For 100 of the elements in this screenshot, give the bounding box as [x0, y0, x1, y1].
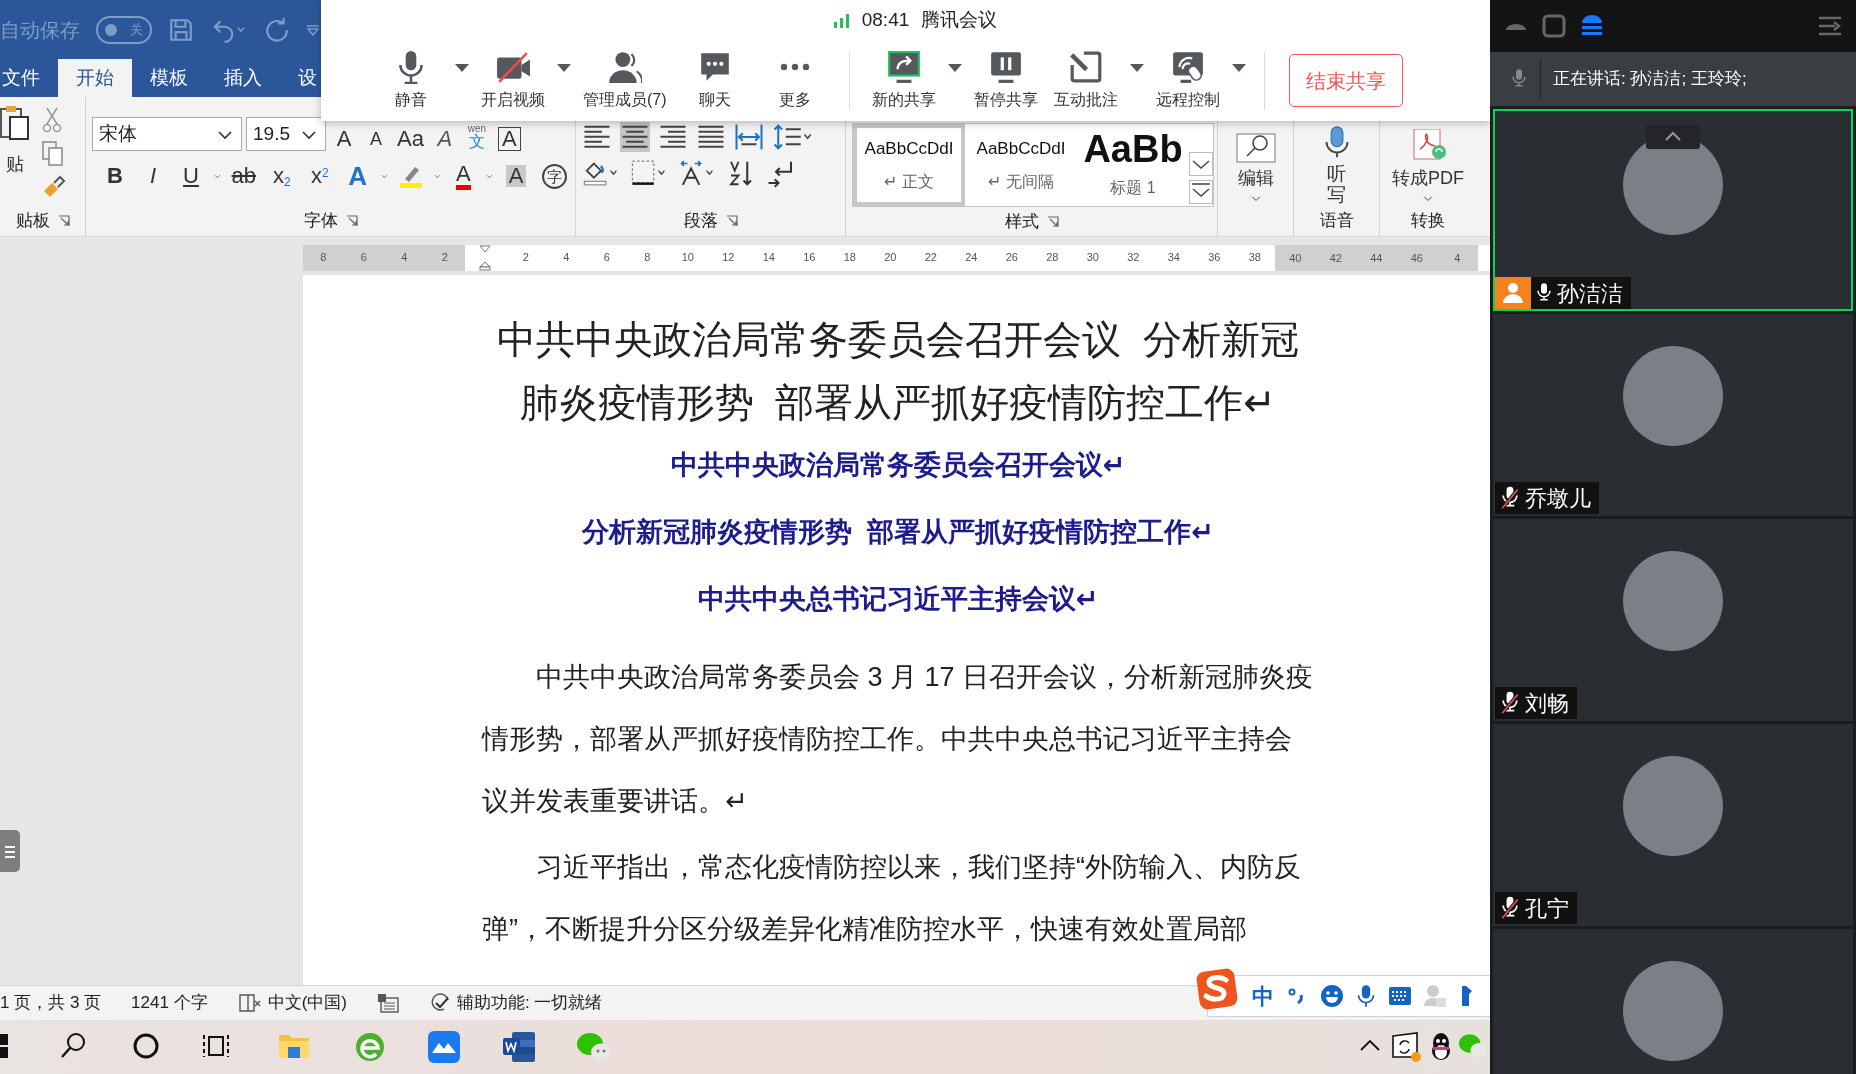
- browser-icon[interactable]: [354, 1031, 386, 1063]
- ribbon-tab[interactable]: 文件: [0, 59, 58, 97]
- ribbon-tab[interactable]: 设: [280, 59, 319, 97]
- participant-tile[interactable]: [1493, 929, 1853, 1074]
- document-subtitle: 中共中央总书记习近平主持会议↵: [696, 583, 1100, 616]
- superscript-button[interactable]: x$^{2}$: [304, 159, 335, 193]
- editing-button[interactable]: 编辑: [1231, 133, 1280, 206]
- ruler-number: 20: [883, 250, 898, 266]
- meeting-toolbar-button[interactable]: 新的共享: [863, 49, 944, 112]
- phonetic-guide-button[interactable]: wen 文: [462, 123, 491, 151]
- meeting-toolbar-button[interactable]: 静音: [371, 49, 451, 112]
- document-paragraph: 中共中央政治局常务委员会 3 月 17 日召开会议，分析新冠肺炎疫情形势，部署从严抓好疫情防控工作。中共中央总书记习近平主持会议并发表重要讲话。↵: [482, 661, 1314, 818]
- line-spacing-icon[interactable]: [772, 122, 812, 152]
- proofing-icon[interactable]: [237, 993, 262, 1013]
- meeting-toolbar-button[interactable]: 管理成员(7): [575, 49, 675, 112]
- dropdown-chevron-icon[interactable]: [299, 128, 319, 140]
- character-shading-button[interactable]: A: [501, 159, 531, 193]
- find-icon: [1235, 133, 1276, 163]
- ruler-number: 4: [400, 250, 409, 266]
- meeting-toolbar-button[interactable]: 聊天: [674, 49, 755, 112]
- copy-icon[interactable]: [42, 141, 64, 167]
- dialog-launcher-icon[interactable]: [57, 215, 70, 227]
- participant-tile[interactable]: 乔墩儿: [1493, 314, 1853, 516]
- ruler-number: 32: [1126, 250, 1141, 266]
- customize-caret-icon[interactable]: [306, 23, 320, 36]
- group-label: 段落: [683, 210, 718, 233]
- caret-up-icon[interactable]: [1646, 125, 1700, 149]
- convert-pdf-button[interactable]: 转成PDF: [1388, 129, 1468, 206]
- italic-button[interactable]: I: [138, 159, 168, 193]
- page-count[interactable]: 1 页，共 3 页: [0, 990, 102, 1016]
- dialog-launcher-icon[interactable]: [1046, 215, 1059, 228]
- underline-button[interactable]: U: [176, 159, 206, 193]
- participant-tile[interactable]: 孔宁: [1493, 724, 1853, 926]
- document-title: 中共中央政治局常务委员会召开会议 分析新冠肺炎疫情形势 部署从严抓好疫情防控工作↵: [496, 317, 1300, 426]
- collapse-panel-icon[interactable]: [1818, 15, 1842, 37]
- ruler-number: 22: [923, 250, 938, 266]
- ribbon-tab[interactable]: 开始: [58, 59, 132, 97]
- redo-icon[interactable]: [264, 16, 290, 43]
- meeting-toolbar-button[interactable]: 更多: [754, 49, 835, 112]
- paste-button[interactable]: 贴: [0, 105, 34, 206]
- window-icon[interactable]: [1542, 14, 1566, 38]
- dropdown-chevron-icon[interactable]: [215, 128, 235, 140]
- language-status[interactable]: 中文(中国): [267, 990, 347, 1016]
- tray-app-icon[interactable]: [1390, 1031, 1422, 1063]
- monitor-pause-icon: [988, 49, 1023, 84]
- circle-icon[interactable]: [131, 1031, 161, 1061]
- meeting-toolbar-button[interactable]: 远程控制: [1147, 49, 1228, 112]
- word-app-icon[interactable]: [502, 1031, 536, 1063]
- save-icon[interactable]: [168, 16, 194, 43]
- app-icon[interactable]: [428, 1031, 460, 1063]
- list-view-icon[interactable]: [1580, 14, 1604, 38]
- ruler-number: 36: [1207, 250, 1222, 266]
- subscript-button[interactable]: x$_{2}$: [266, 159, 297, 193]
- emoji-icon[interactable]: [1320, 984, 1344, 1008]
- ruler-number: 34: [1166, 250, 1181, 266]
- participant-tile[interactable]: 孙洁洁: [1493, 109, 1853, 311]
- ruler-number: 12: [721, 250, 736, 266]
- document-paragraph: 习近平指出，常态化疫情防控以来，我们坚持“外防输入、内防反弹”，不断提升分区分级差异化精准防控水平，快速有效处置局部: [482, 851, 1302, 946]
- input-mode-toggle[interactable]: 中: [1252, 979, 1274, 1013]
- word-count[interactable]: 1241 个字: [131, 990, 208, 1016]
- input-mode-icon[interactable]: [376, 993, 399, 1013]
- dictate-button[interactable]: 听写: [1318, 122, 1355, 206]
- text-effect-button[interactable]: A: [342, 159, 373, 193]
- font-name-field[interactable]: 宋体: [92, 117, 242, 151]
- participant-tile[interactable]: 刘畅: [1493, 519, 1853, 721]
- keyboard-icon[interactable]: [1388, 986, 1412, 1006]
- grow-font-button[interactable]: A: [330, 127, 358, 151]
- ribbon-tab[interactable]: 模板: [132, 59, 206, 97]
- borders-icon[interactable]: [630, 158, 668, 188]
- ribbon-tab[interactable]: 插入: [206, 59, 280, 97]
- accessibility-status[interactable]: 辅助功能: 一切就绪: [456, 990, 603, 1016]
- font-size-field[interactable]: 19.5: [246, 117, 326, 151]
- indent-marker-icon[interactable]: [479, 244, 492, 271]
- person-icon: [607, 49, 642, 84]
- autosave-label: 自动保存: [0, 17, 80, 43]
- group-label: 语音: [1319, 210, 1354, 233]
- format-painter-icon[interactable]: [42, 175, 66, 199]
- style-item[interactable]: AaBbCcDdI ↵ 正文: [853, 124, 965, 206]
- meeting-toolbar-button[interactable]: 开启视频: [473, 49, 553, 112]
- align-center-icon[interactable]: [620, 122, 650, 152]
- side-panel-handle[interactable]: [0, 830, 20, 872]
- dialog-launcher-icon[interactable]: [345, 215, 358, 227]
- font-color-button[interactable]: A: [448, 159, 479, 193]
- dialog-launcher-icon[interactable]: [725, 215, 738, 227]
- gallery-more-icon[interactable]: [1189, 180, 1213, 204]
- change-case-button[interactable]: Aa: [394, 127, 427, 151]
- scissors-icon[interactable]: [42, 107, 62, 133]
- scroll-down-icon[interactable]: [1189, 152, 1213, 176]
- pencil-square-icon: [1068, 49, 1103, 84]
- participant-name-label: 刘畅: [1495, 687, 1577, 719]
- bold-button[interactable]: B: [100, 159, 130, 193]
- distribute-icon[interactable]: [734, 122, 764, 152]
- text-direction-icon[interactable]: [678, 158, 716, 188]
- ruler-number: 14: [761, 250, 776, 266]
- meeting-toolbar-button[interactable]: 暂停共享: [965, 49, 1046, 112]
- voice-input-icon[interactable]: [1356, 983, 1376, 1009]
- strikethrough-button[interactable]: ab: [228, 159, 259, 193]
- meeting-toolbar-button[interactable]: 互动批注: [1045, 49, 1126, 112]
- clear-format-button[interactable]: A: [430, 127, 459, 151]
- shrink-font-button[interactable]: A: [362, 127, 390, 151]
